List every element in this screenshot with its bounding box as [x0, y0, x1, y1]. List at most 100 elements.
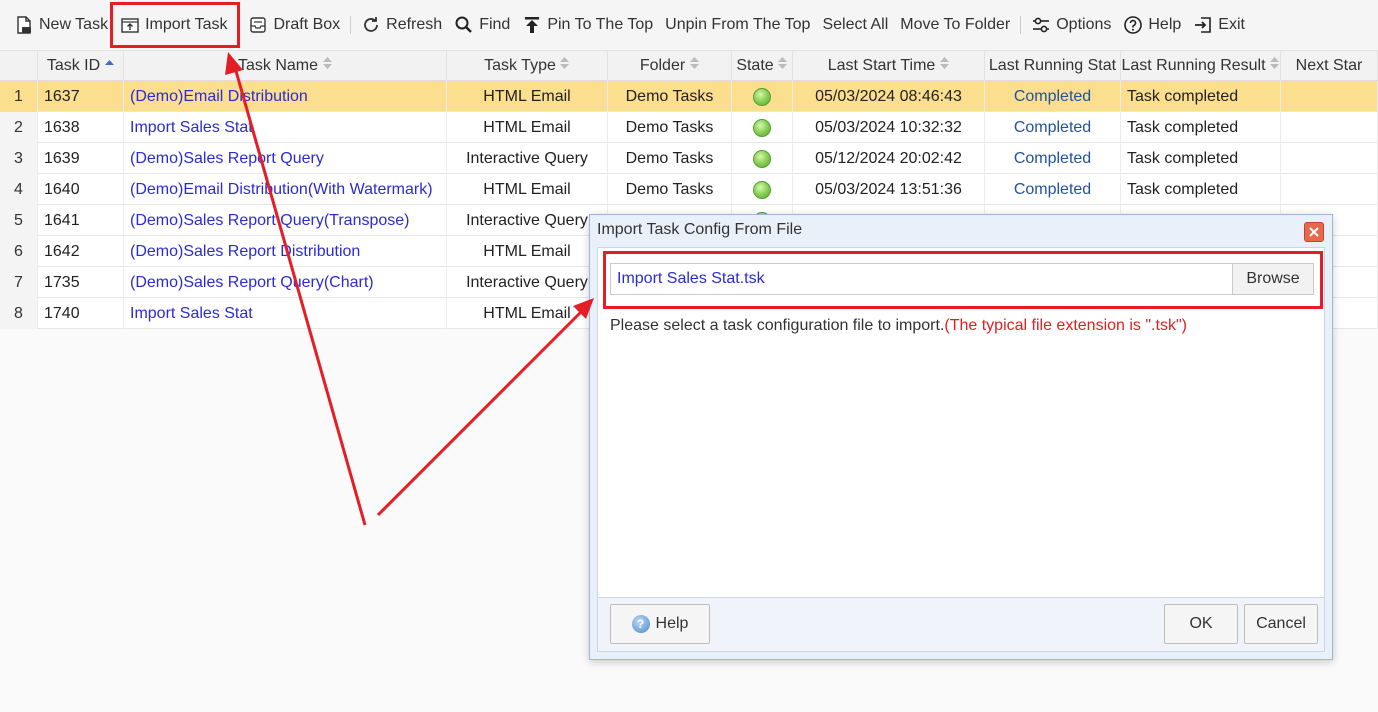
file-path-input[interactable]: [611, 264, 1233, 294]
sort-icon: [1270, 51, 1280, 81]
task-type-cell: HTML Email: [447, 112, 608, 143]
table-row[interactable]: 2 1638 Import Sales Stat HTML Email Demo…: [0, 112, 1378, 143]
options-label: Options: [1056, 16, 1112, 33]
state-cell: [732, 112, 793, 143]
task-type-cell: Interactive Query: [447, 143, 608, 174]
options-icon: [1031, 15, 1051, 35]
dialog-help-label: Help: [655, 615, 689, 632]
column-header-last-start-time[interactable]: Last Start Time: [793, 51, 985, 81]
table-row[interactable]: 1 1637 (Demo)Email Distribution HTML Ema…: [0, 81, 1378, 112]
task-name-cell[interactable]: (Demo)Sales Report Distribution: [124, 236, 447, 267]
task-name-cell[interactable]: (Demo)Sales Report Query: [124, 143, 447, 174]
column-header-last-running-result[interactable]: Last Running Result: [1121, 51, 1281, 81]
toolbar: New Task Import Task Draft Box Refresh F…: [0, 0, 1378, 51]
close-button[interactable]: [1304, 222, 1324, 242]
row-number: 4: [0, 174, 38, 205]
column-header-task-id[interactable]: Task ID: [38, 51, 124, 81]
row-number: 5: [0, 205, 38, 236]
column-header-folder[interactable]: Folder: [608, 51, 732, 81]
import-icon: [120, 15, 140, 35]
ok-button[interactable]: OK: [1164, 604, 1238, 644]
cancel-button[interactable]: Cancel: [1244, 604, 1318, 644]
last-running-result-cell: Task completed: [1121, 143, 1281, 174]
hint-text: Please select a task configuration file …: [610, 317, 945, 334]
task-id-cell: 1641: [38, 205, 124, 236]
next-start-cell: [1281, 81, 1378, 112]
close-icon: [1309, 227, 1319, 237]
file-picker: Browse: [610, 263, 1314, 295]
task-name-cell[interactable]: Import Sales Stat: [124, 298, 447, 329]
unpin-from-top-label: Unpin From The Top: [665, 16, 811, 33]
column-header-task-name[interactable]: Task Name: [124, 51, 447, 81]
column-header-last-running-status[interactable]: Last Running Stat: [985, 51, 1121, 81]
folder-cell: Demo Tasks: [608, 112, 732, 143]
options-button[interactable]: Options: [1025, 8, 1117, 42]
row-number: 2: [0, 112, 38, 143]
select-all-button[interactable]: Select All: [816, 8, 894, 42]
draft-box-label: Draft Box: [273, 16, 341, 33]
find-button[interactable]: Find: [448, 8, 516, 42]
last-running-result-cell: Task completed: [1121, 81, 1281, 112]
task-type-cell: Interactive Query: [447, 205, 608, 236]
help-icon: [1123, 15, 1143, 35]
select-all-label: Select All: [822, 16, 889, 33]
table-row[interactable]: 3 1639 (Demo)Sales Report Query Interact…: [0, 143, 1378, 174]
new-task-icon: [14, 15, 34, 35]
move-to-folder-button[interactable]: Move To Folder: [894, 8, 1016, 42]
toolbar-divider: [237, 16, 239, 34]
pin-top-icon: [522, 15, 542, 35]
task-name-cell[interactable]: Import Sales Stat: [124, 112, 447, 143]
state-cell: [732, 174, 793, 205]
row-number: 6: [0, 236, 38, 267]
sort-icon: [939, 51, 949, 81]
sort-icon: [778, 51, 788, 81]
row-number: 8: [0, 298, 38, 329]
import-task-label: Import Task: [145, 16, 228, 33]
sort-icon: [322, 51, 332, 81]
status-ok-icon: [753, 118, 771, 137]
state-cell: [732, 81, 793, 112]
column-header-task-type[interactable]: Task Type: [447, 51, 608, 81]
toolbar-divider: [350, 16, 352, 34]
task-id-cell: 1639: [38, 143, 124, 174]
row-number: 3: [0, 143, 38, 174]
task-name-cell[interactable]: (Demo)Sales Report Query(Transpose): [124, 205, 447, 236]
last-start-time-cell: 05/03/2024 13:51:36: [793, 174, 985, 205]
last-running-status-cell: Completed: [985, 112, 1121, 143]
new-task-button[interactable]: New Task: [8, 8, 114, 42]
state-cell: [732, 143, 793, 174]
hint-extension-note: (The typical file extension is ".tsk"): [944, 317, 1187, 334]
draft-box-button[interactable]: Draft Box: [242, 8, 346, 42]
import-hint: Please select a task configuration file …: [610, 317, 1187, 335]
sort-icon: [689, 51, 699, 81]
last-running-result-cell: Task completed: [1121, 174, 1281, 205]
toolbar-divider: [1020, 16, 1022, 34]
task-name-cell[interactable]: (Demo)Email Distribution(With Watermark): [124, 174, 447, 205]
task-id-cell: 1735: [38, 267, 124, 298]
folder-cell: Demo Tasks: [608, 143, 732, 174]
column-header-next-start[interactable]: Next Star: [1281, 51, 1378, 81]
table-row[interactable]: 4 1640 (Demo)Email Distribution(With Wat…: [0, 174, 1378, 205]
task-name-cell[interactable]: (Demo)Email Distribution: [124, 81, 447, 112]
row-number: 1: [0, 81, 38, 112]
exit-button[interactable]: Exit: [1187, 8, 1251, 42]
column-header-state[interactable]: State: [732, 51, 793, 81]
help-button[interactable]: Help: [1117, 8, 1187, 42]
row-number: 7: [0, 267, 38, 298]
task-type-cell: HTML Email: [447, 298, 608, 329]
refresh-icon: [361, 15, 381, 35]
import-task-button[interactable]: Import Task: [114, 8, 233, 42]
task-name-cell[interactable]: (Demo)Sales Report Query(Chart): [124, 267, 447, 298]
refresh-label: Refresh: [386, 16, 443, 33]
row-number-header: [0, 51, 38, 81]
next-start-cell: [1281, 112, 1378, 143]
pin-to-top-button[interactable]: Pin To The Top: [516, 8, 659, 42]
dialog-help-button[interactable]: ? Help: [610, 604, 710, 644]
import-task-dialog: Import Task Config From File Browse Plea…: [589, 214, 1333, 660]
browse-button[interactable]: Browse: [1232, 264, 1313, 294]
task-id-cell: 1640: [38, 174, 124, 205]
refresh-button[interactable]: Refresh: [355, 8, 448, 42]
unpin-from-top-button[interactable]: Unpin From The Top: [659, 8, 816, 42]
task-id-cell: 1642: [38, 236, 124, 267]
draft-box-icon: [248, 15, 268, 35]
